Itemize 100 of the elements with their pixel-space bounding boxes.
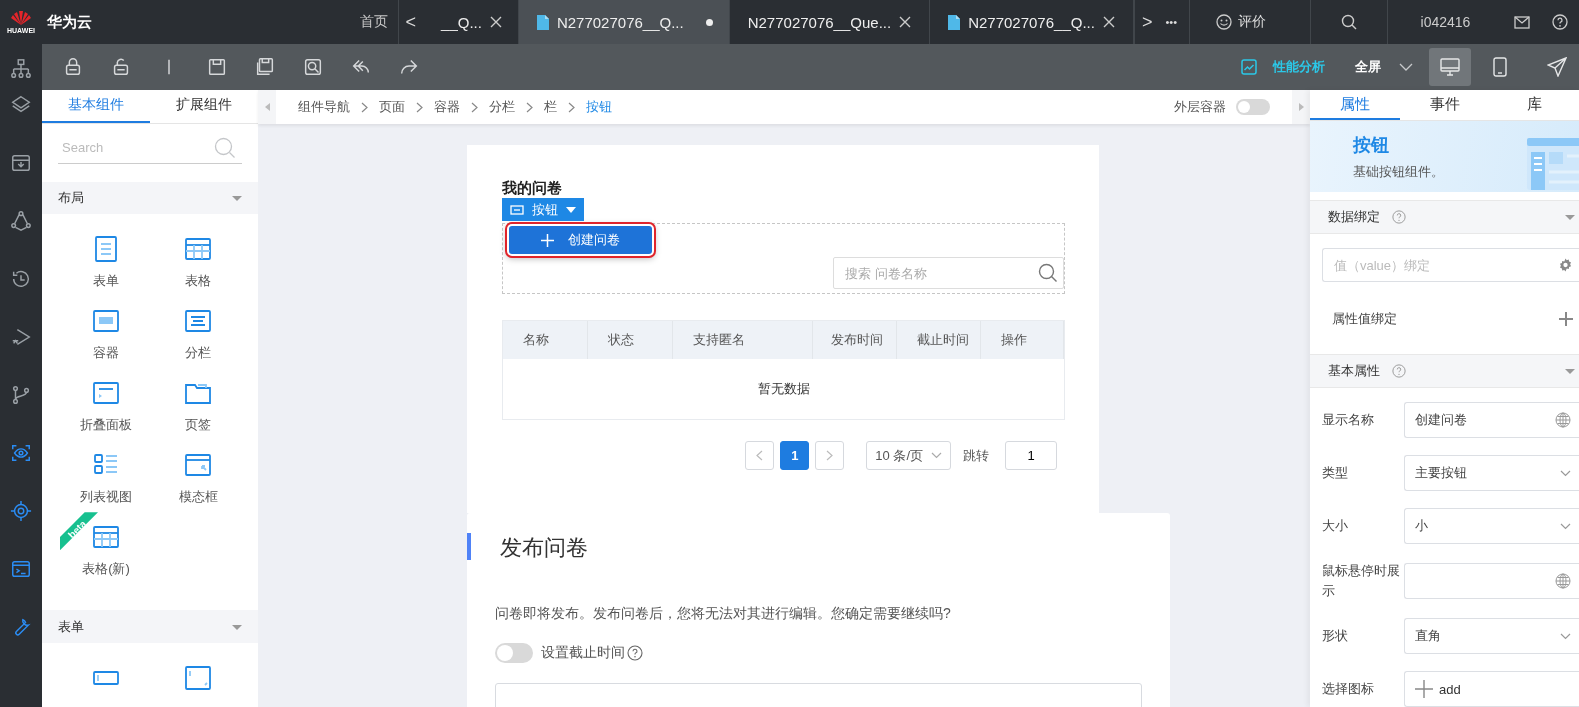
save-all-icon[interactable] bbox=[254, 56, 276, 78]
component-item[interactable]: 表单 bbox=[60, 234, 152, 291]
chevron-down-icon bbox=[1560, 469, 1571, 477]
select-field[interactable]: 小 bbox=[1404, 508, 1579, 544]
goto-page-field[interactable]: 1 bbox=[1005, 441, 1057, 470]
section-title: 基本属性 bbox=[1328, 362, 1380, 381]
component-item[interactable]: 列表视图 bbox=[60, 450, 152, 507]
home-link[interactable]: 首页 bbox=[359, 13, 398, 31]
panel-tab[interactable]: 基本组件 bbox=[42, 90, 150, 123]
fullscreen-dropdown[interactable]: 全屏 bbox=[1355, 58, 1413, 76]
search-icon bbox=[1038, 263, 1058, 283]
panel-tab[interactable]: 事件 bbox=[1399, 90, 1490, 121]
eye-scan-icon[interactable] bbox=[10, 442, 32, 464]
chevron-right-icon bbox=[361, 101, 368, 113]
nodes-icon[interactable] bbox=[10, 210, 32, 232]
chevron-right-icon bbox=[526, 101, 533, 113]
history-icon[interactable] bbox=[10, 268, 32, 290]
org-chart-icon[interactable] bbox=[10, 58, 32, 80]
save-icon[interactable] bbox=[206, 56, 228, 78]
globe-icon[interactable] bbox=[1555, 412, 1571, 428]
toggle-switch[interactable] bbox=[495, 643, 533, 663]
property-label: 形状 bbox=[1322, 627, 1349, 645]
column-header: 操作 bbox=[981, 321, 1064, 359]
dialog-title: 发布问卷 bbox=[499, 534, 589, 561]
chevron-down-icon bbox=[1399, 63, 1413, 71]
chevron-down-icon bbox=[931, 452, 942, 459]
send-icon[interactable] bbox=[1547, 57, 1567, 77]
toggle-switch[interactable] bbox=[1236, 99, 1270, 115]
plus-icon bbox=[1415, 680, 1433, 698]
component-item[interactable]: 页签 bbox=[152, 378, 244, 435]
section-title: 布局 bbox=[58, 189, 84, 207]
text-field[interactable] bbox=[1404, 563, 1579, 599]
breadcrumb-link[interactable]: 栏 bbox=[544, 98, 557, 116]
desktop-view-button[interactable] bbox=[1429, 48, 1471, 86]
selection-tag[interactable]: 按钮 bbox=[502, 198, 584, 221]
file-tab[interactable]: N277027076__Q... bbox=[518, 0, 730, 44]
caret-icon[interactable] bbox=[566, 206, 576, 213]
select-field[interactable]: 直角 bbox=[1404, 618, 1579, 654]
window-illustration-icon bbox=[1527, 137, 1579, 190]
user-name[interactable]: i042416 bbox=[1388, 14, 1503, 30]
breadcrumb-link[interactable]: 组件导航 bbox=[298, 98, 350, 116]
logo-icon bbox=[10, 10, 32, 25]
globe-icon[interactable] bbox=[1555, 573, 1571, 589]
section-header[interactable]: 布局 bbox=[42, 181, 258, 215]
gear-icon[interactable] bbox=[1558, 257, 1573, 273]
panel-tab[interactable]: 扩展组件 bbox=[150, 90, 258, 123]
component-item[interactable]: 模态框 bbox=[152, 450, 244, 507]
mail-icon[interactable] bbox=[1514, 15, 1530, 29]
debug-icon[interactable] bbox=[10, 326, 32, 348]
panel-tab[interactable]: 库 bbox=[1489, 90, 1579, 121]
component-item[interactable]: 分栏 bbox=[152, 306, 244, 363]
collapse-handle[interactable] bbox=[258, 90, 276, 124]
dialog-message: 问卷即将发布。发布问卷后，您将无法对其进行编辑。您确定需要继续吗? bbox=[495, 605, 952, 623]
page-size-select[interactable]: 10 条/页 bbox=[866, 441, 951, 470]
property-label: 大小 bbox=[1322, 517, 1349, 535]
breadcrumb-link[interactable]: 页面 bbox=[379, 98, 405, 116]
product-name: 华为云 bbox=[47, 12, 92, 32]
monitor-icon bbox=[1440, 58, 1460, 76]
property-label: 显示名称 bbox=[1322, 411, 1375, 429]
preview-icon[interactable] bbox=[302, 56, 324, 78]
chevron-right-icon bbox=[416, 101, 423, 113]
deadline-label: 设置截止时间 bbox=[541, 644, 625, 662]
tag-label: 按钮 bbox=[532, 200, 558, 219]
icon-picker[interactable]: add bbox=[1404, 671, 1579, 707]
branch-icon[interactable] bbox=[10, 384, 32, 406]
close-icon[interactable] bbox=[489, 16, 502, 28]
chevron-right-icon bbox=[471, 101, 478, 113]
breadcrumb-link[interactable]: 容器 bbox=[434, 98, 460, 116]
chevron-right-icon bbox=[568, 101, 575, 113]
component-item[interactable]: 折叠面板 bbox=[60, 378, 152, 435]
plus-icon[interactable] bbox=[1559, 312, 1573, 327]
search-field[interactable]: 搜索 问卷名称 bbox=[833, 257, 1064, 289]
search-icon[interactable] bbox=[1341, 14, 1357, 30]
close-icon[interactable] bbox=[899, 16, 912, 28]
collapse-handle[interactable] bbox=[1292, 90, 1310, 124]
breadcrumb-link[interactable]: 分栏 bbox=[489, 98, 515, 116]
help-icon[interactable] bbox=[627, 645, 643, 661]
page-button[interactable]: 1 bbox=[780, 441, 810, 470]
goto-label: 跳转 bbox=[963, 446, 989, 465]
chevron-left-icon bbox=[756, 450, 764, 461]
archive-icon[interactable] bbox=[10, 152, 32, 174]
select-field[interactable]: 主要按钮 bbox=[1404, 455, 1579, 491]
target-icon[interactable] bbox=[10, 500, 32, 522]
text-field[interactable]: 创建问卷 bbox=[1404, 402, 1579, 438]
component-item[interactable]: 容器 bbox=[60, 306, 152, 363]
search-field[interactable]: Search bbox=[58, 131, 242, 164]
section-header[interactable]: 基本属性 bbox=[1310, 354, 1579, 388]
breadcrumb-link[interactable]: 按钮 bbox=[586, 98, 612, 116]
section-header[interactable]: 表单 bbox=[42, 610, 258, 643]
component-title: 按钮 bbox=[1353, 133, 1390, 157]
close-icon[interactable] bbox=[1102, 16, 1115, 28]
section-header[interactable]: 数据绑定 bbox=[1310, 200, 1579, 235]
smiley-icon bbox=[1216, 14, 1232, 30]
component-description: 基础按钮组件。 bbox=[1353, 162, 1444, 181]
binding-field[interactable]: 值（value）绑定 bbox=[1322, 248, 1579, 283]
column-header: 名称 bbox=[503, 321, 588, 359]
chevron-down-icon bbox=[1560, 522, 1571, 530]
performance-analysis-button[interactable]: 性能分析 bbox=[1241, 58, 1325, 76]
component-item[interactable]: 表格 bbox=[152, 234, 244, 291]
terminal-icon[interactable] bbox=[10, 558, 32, 580]
